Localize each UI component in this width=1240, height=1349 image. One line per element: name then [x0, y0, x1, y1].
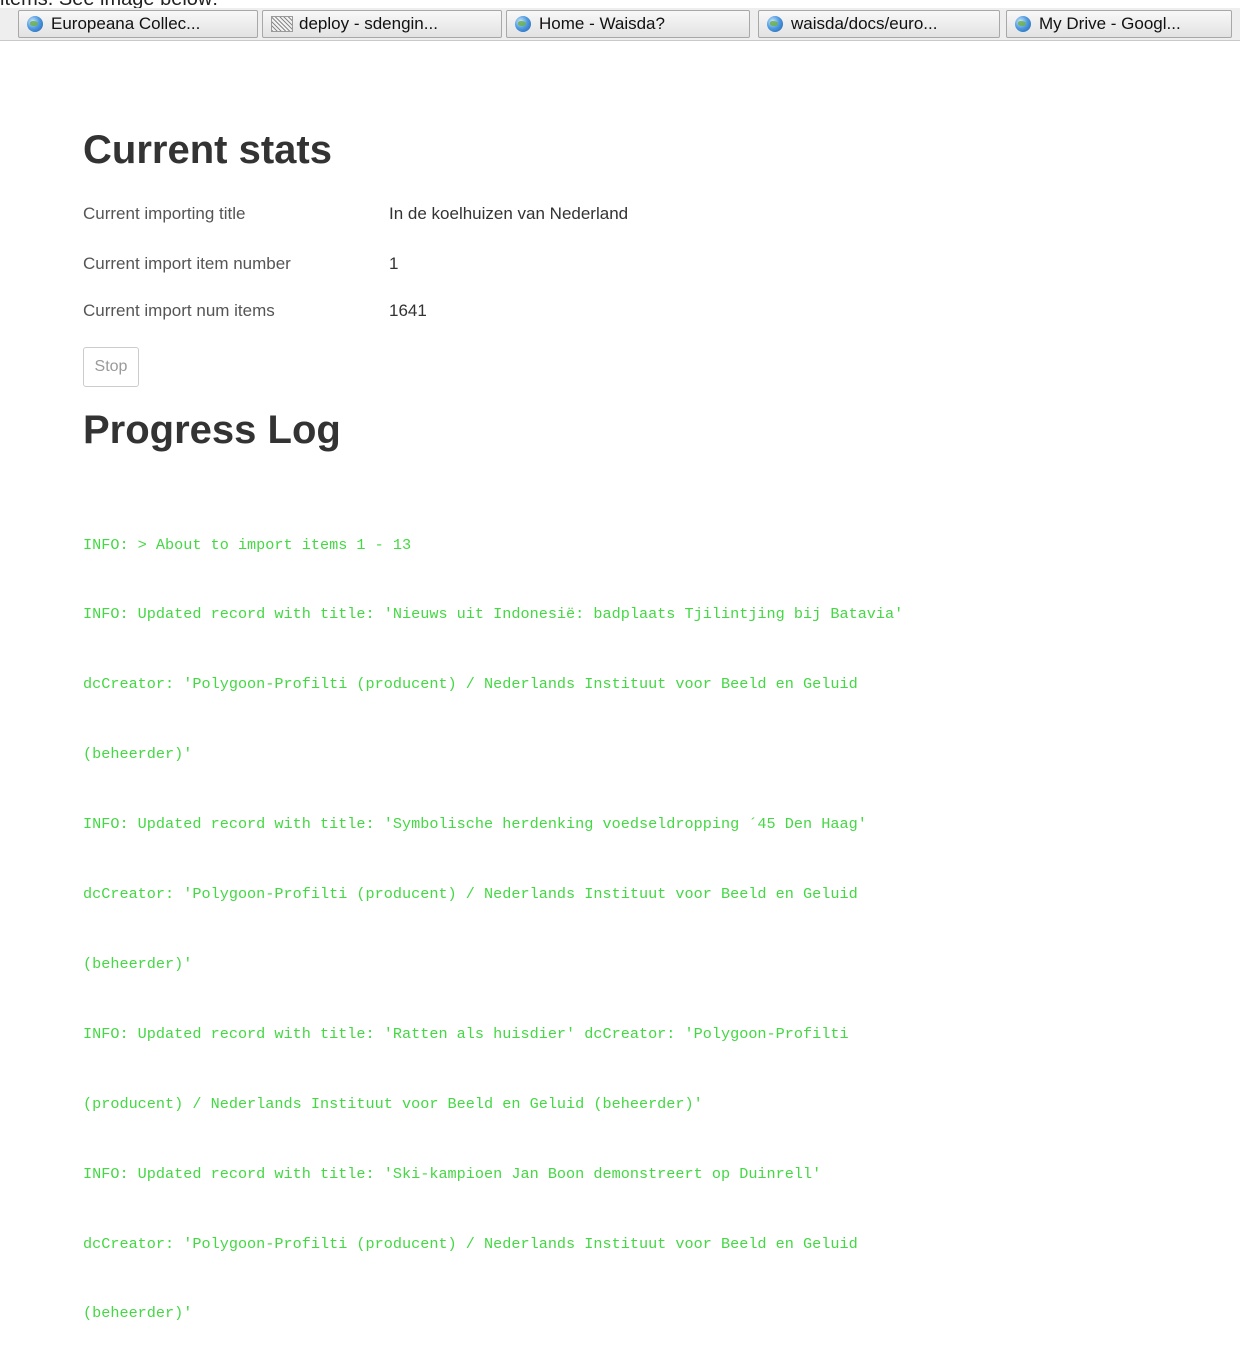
tab-label: deploy - sdengin...	[299, 14, 438, 33]
log-line: dcCreator: 'Polygoon-Profilti (producent…	[83, 1234, 858, 1253]
stat-label-num-items: Current import num items	[83, 301, 275, 320]
log-line: INFO: Updated record with title: 'Ski-ka…	[83, 1164, 822, 1183]
stat-label-item-number: Current import item number	[83, 254, 291, 273]
log-line: INFO: Updated record with title: 'Ratten…	[83, 1024, 849, 1043]
log-line: dcCreator: 'Polygoon-Profilti (producent…	[83, 675, 858, 694]
stat-value-item-number: 1	[389, 254, 399, 273]
taskbar-tab-google-drive[interactable]: My Drive - Googl...	[1006, 10, 1232, 38]
stat-label-importing-title: Current importing title	[83, 204, 246, 223]
stat-value-importing-title: In de koelhuizen van Nederland	[389, 204, 629, 223]
progress-log-heading: Progress Log	[83, 408, 341, 452]
log-line: dcCreator: 'Polygoon-Profilti (producent…	[83, 885, 858, 904]
taskbar-tab-deploy[interactable]: deploy - sdengin...	[262, 10, 502, 38]
taskbar: Europeana Collec... deploy - sdengin... …	[0, 8, 1240, 41]
log-line: (beheerder)'	[83, 1304, 193, 1323]
taskbar-tab-waisda-home[interactable]: Home - Waisda?	[506, 10, 750, 38]
taskbar-tab-waisda-docs[interactable]: waisda/docs/euro...	[758, 10, 1000, 38]
globe-icon	[1015, 16, 1031, 32]
stop-button[interactable]: Stop	[83, 347, 139, 387]
progress-log: INFO: > About to import items 1 - 13 INF…	[83, 487, 1203, 1349]
taskbar-tab-europeana[interactable]: Europeana Collec...	[18, 10, 258, 38]
log-line: (beheerder)'	[83, 745, 193, 764]
globe-icon	[515, 16, 531, 32]
tab-label: Home - Waisda?	[539, 14, 665, 33]
hatched-page-icon	[271, 16, 293, 32]
tab-label: My Drive - Googl...	[1039, 14, 1181, 33]
stat-value-num-items: 1641	[389, 301, 427, 320]
log-line: INFO: Updated record with title: 'Symbol…	[83, 815, 867, 834]
globe-icon	[27, 16, 43, 32]
tab-label: waisda/docs/euro...	[791, 14, 938, 33]
current-stats-heading: Current stats	[83, 128, 332, 172]
document-text: items. See image below:	[0, 0, 218, 8]
log-line: INFO: Updated record with title: 'Nieuws…	[83, 605, 904, 624]
log-line: (beheerder)'	[83, 954, 193, 973]
globe-icon	[767, 16, 783, 32]
log-line: INFO: > About to import items 1 - 13	[83, 535, 412, 554]
tab-label: Europeana Collec...	[51, 14, 201, 33]
log-line: (producent) / Nederlands Instituut voor …	[83, 1094, 703, 1113]
document-text-fragment: items. See image below:	[0, 0, 1240, 8]
